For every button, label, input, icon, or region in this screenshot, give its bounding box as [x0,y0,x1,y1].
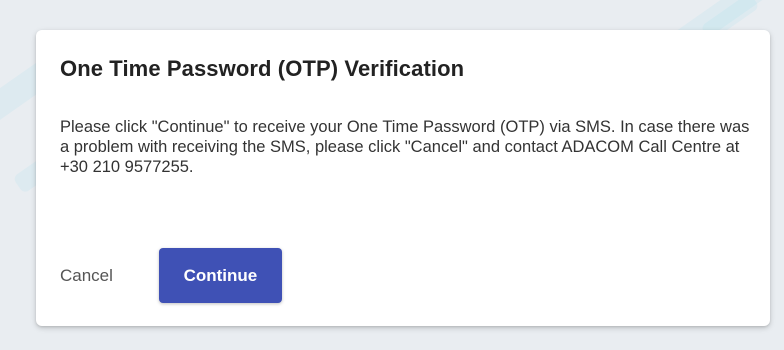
otp-verification-dialog: One Time Password (OTP) Verification Ple… [36,30,770,326]
dialog-actions: Cancel Continue [60,248,282,303]
continue-button[interactable]: Continue [158,248,282,303]
cancel-button[interactable]: Cancel [60,266,113,286]
dialog-title: One Time Password (OTP) Verification [60,56,465,81]
dialog-message: Please click "Continue" to receive your … [60,118,750,176]
